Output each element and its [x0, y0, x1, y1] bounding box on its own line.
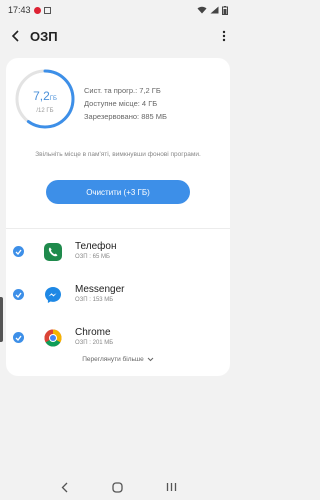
- app-ram-usage: ОЗП : 153 МБ: [75, 297, 114, 303]
- view-more-button[interactable]: Переглянути більше: [6, 356, 230, 363]
- memory-breakdown: Сист. та прогр.: 7,2 ГБ Доступне місце: …: [84, 84, 167, 123]
- app-ram-usage: ОЗП : 65 МБ: [75, 254, 110, 260]
- notification-icon: [33, 6, 41, 14]
- memory-used-value: 7,2ГБ: [14, 89, 76, 103]
- app-ram-usage: ОЗП : 201 МБ: [75, 340, 114, 346]
- list-item[interactable]: Messenger ОЗП : 153 МБ: [6, 273, 230, 316]
- checkbox[interactable]: [13, 332, 24, 343]
- app-name: Messenger: [75, 284, 125, 295]
- back-button[interactable]: [0, 22, 30, 50]
- signal-icon: [210, 6, 219, 14]
- nav-recents-icon: [166, 483, 176, 491]
- phone-icon: [44, 242, 62, 261]
- system-apps-line: Сист. та прогр.: 7,2 ГБ: [84, 86, 161, 95]
- memory-total: /12 ГБ: [36, 108, 54, 114]
- nav-back-icon: [61, 482, 68, 492]
- reserved-line: Зарезервовано: 885 МБ: [84, 112, 167, 121]
- messenger-icon: [44, 286, 62, 304]
- nav-back-button[interactable]: [54, 476, 76, 498]
- navigation-bar: [0, 474, 236, 500]
- checkbox[interactable]: [13, 289, 24, 300]
- page-title: ОЗП: [30, 28, 58, 44]
- view-more-label: Переглянути більше: [82, 356, 144, 363]
- status-bar: 17:43: [0, 0, 236, 20]
- edge-handle[interactable]: [0, 297, 3, 342]
- battery-icon: [222, 5, 228, 15]
- memory-used-number: 7,2: [33, 89, 50, 103]
- wifi-icon: [197, 6, 207, 14]
- app-name: Chrome: [75, 327, 111, 338]
- chrome-icon: [44, 329, 62, 347]
- list-item[interactable]: Chrome ОЗП : 201 МБ: [6, 316, 230, 359]
- app-bar: ОЗП: [0, 22, 236, 50]
- clean-button[interactable]: Очистити (+3 ГБ): [46, 180, 190, 204]
- gallery-icon: [43, 6, 51, 14]
- memory-usage-ring: 7,2ГБ /12 ГБ: [14, 68, 76, 130]
- app-name: Телефон: [75, 241, 117, 252]
- chevron-down-icon: [147, 357, 154, 362]
- nav-home-button[interactable]: [107, 476, 129, 498]
- check-icon: [15, 335, 22, 341]
- nav-recents-button[interactable]: [160, 476, 182, 498]
- checkbox[interactable]: [13, 246, 24, 257]
- divider: [6, 228, 230, 229]
- hint-text: Звільніть місце в пам'яті, вимкнувши фон…: [35, 151, 201, 158]
- list-item[interactable]: Телефон ОЗП : 65 МБ: [6, 230, 230, 273]
- memory-card: 7,2ГБ /12 ГБ Сист. та прогр.: 7,2 ГБ Дос…: [6, 58, 230, 376]
- more-options-button[interactable]: [212, 22, 236, 50]
- nav-home-icon: [112, 481, 124, 493]
- available-line: Доступне місце: 4 ГБ: [84, 99, 158, 108]
- app-list: Телефон ОЗП : 65 МБ Messenger ОЗП : 153 …: [6, 230, 230, 359]
- status-time: 17:43: [8, 5, 31, 15]
- check-icon: [15, 249, 22, 255]
- more-vert-icon: [222, 30, 226, 42]
- back-arrow-icon: [11, 30, 19, 42]
- check-icon: [15, 292, 22, 298]
- memory-used-unit: ГБ: [49, 96, 57, 102]
